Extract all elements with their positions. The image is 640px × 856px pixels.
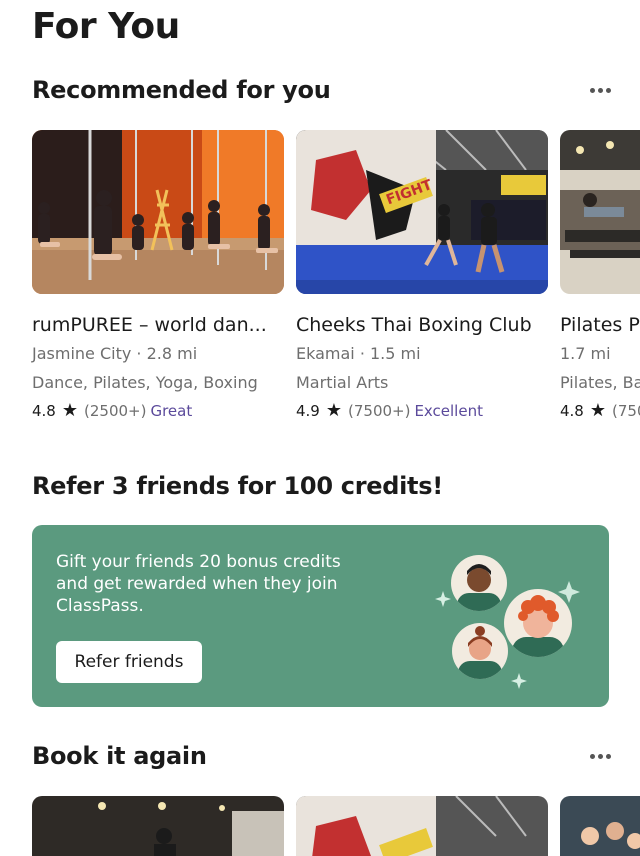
refer-friends-button[interactable]: Refer friends bbox=[56, 641, 202, 683]
book-again-more-button[interactable] bbox=[588, 751, 612, 761]
more-dot-icon bbox=[597, 87, 603, 93]
referral-description: Gift your friends 20 bonus credits and g… bbox=[56, 552, 341, 616]
sparkle-icon bbox=[435, 591, 451, 607]
more-dot-icon bbox=[589, 87, 595, 93]
friends-illustration bbox=[435, 555, 580, 689]
studio-card[interactable]: rumPUREE – world dan... Jasmine City · 2… bbox=[32, 130, 284, 420]
studio-photo bbox=[560, 130, 640, 294]
studio-location: Ekamai · 1.5 mi bbox=[296, 344, 421, 363]
star-icon: ★ bbox=[589, 400, 606, 421]
recommended-carousel[interactable]: rumPUREE – world dan... Jasmine City · 2… bbox=[0, 130, 640, 450]
studio-categories: Dance, Pilates, Yoga, Boxing bbox=[32, 373, 258, 392]
referral-banner: Gift your friends 20 bonus credits and g… bbox=[32, 525, 609, 707]
book-again-section-title: Book it again bbox=[32, 742, 207, 770]
studio-photo[interactable] bbox=[296, 796, 548, 856]
studio-name: Pilates P bbox=[560, 314, 640, 336]
studio-photo: FIGHT bbox=[296, 130, 548, 294]
studio-rating: 4.8 ★ (2500+) Great bbox=[32, 400, 284, 421]
review-count: (2500+) bbox=[84, 402, 147, 420]
studio-card[interactable]: Pilates P 1.7 mi Pilates, Ba 4.8 ★ (750 bbox=[560, 130, 640, 420]
more-dot-icon bbox=[597, 753, 603, 759]
page-title: For You bbox=[32, 6, 180, 47]
studio-name: Cheeks Thai Boxing Club bbox=[296, 314, 532, 336]
more-dot-icon bbox=[605, 753, 611, 759]
rating-quality: Great bbox=[150, 402, 193, 420]
referral-section-title: Refer 3 friends for 100 credits! bbox=[32, 472, 443, 500]
more-dot-icon bbox=[605, 87, 611, 93]
sparkle-icon bbox=[511, 673, 527, 689]
studio-categories: Pilates, Ba bbox=[560, 373, 640, 392]
studio-card[interactable]: FIGHT Cheeks Thai Boxing Club Ekamai · 1… bbox=[296, 130, 548, 420]
star-icon: ★ bbox=[61, 400, 78, 421]
studio-photo[interactable] bbox=[32, 796, 284, 856]
recommended-more-button[interactable] bbox=[588, 85, 612, 95]
rating-score: 4.8 bbox=[560, 402, 584, 420]
studio-name: rumPUREE – world dan... bbox=[32, 314, 267, 336]
star-icon: ★ bbox=[325, 400, 342, 421]
studio-rating: 4.8 ★ (750 bbox=[560, 400, 640, 421]
recommended-section-title: Recommended for you bbox=[32, 76, 331, 104]
rating-score: 4.8 bbox=[32, 402, 56, 420]
studio-categories: Martial Arts bbox=[296, 373, 389, 392]
rating-quality: Excellent bbox=[414, 402, 483, 420]
more-dot-icon bbox=[589, 753, 595, 759]
review-count: (750 bbox=[612, 402, 640, 420]
book-again-carousel[interactable] bbox=[0, 796, 640, 856]
review-count: (7500+) bbox=[348, 402, 411, 420]
studio-photo[interactable] bbox=[560, 796, 640, 856]
rating-score: 4.9 bbox=[296, 402, 320, 420]
studio-photo bbox=[32, 130, 284, 294]
studio-location: 1.7 mi bbox=[560, 344, 611, 363]
studio-location: Jasmine City · 2.8 mi bbox=[32, 344, 198, 363]
studio-rating: 4.9 ★ (7500+) Excellent bbox=[296, 400, 548, 421]
